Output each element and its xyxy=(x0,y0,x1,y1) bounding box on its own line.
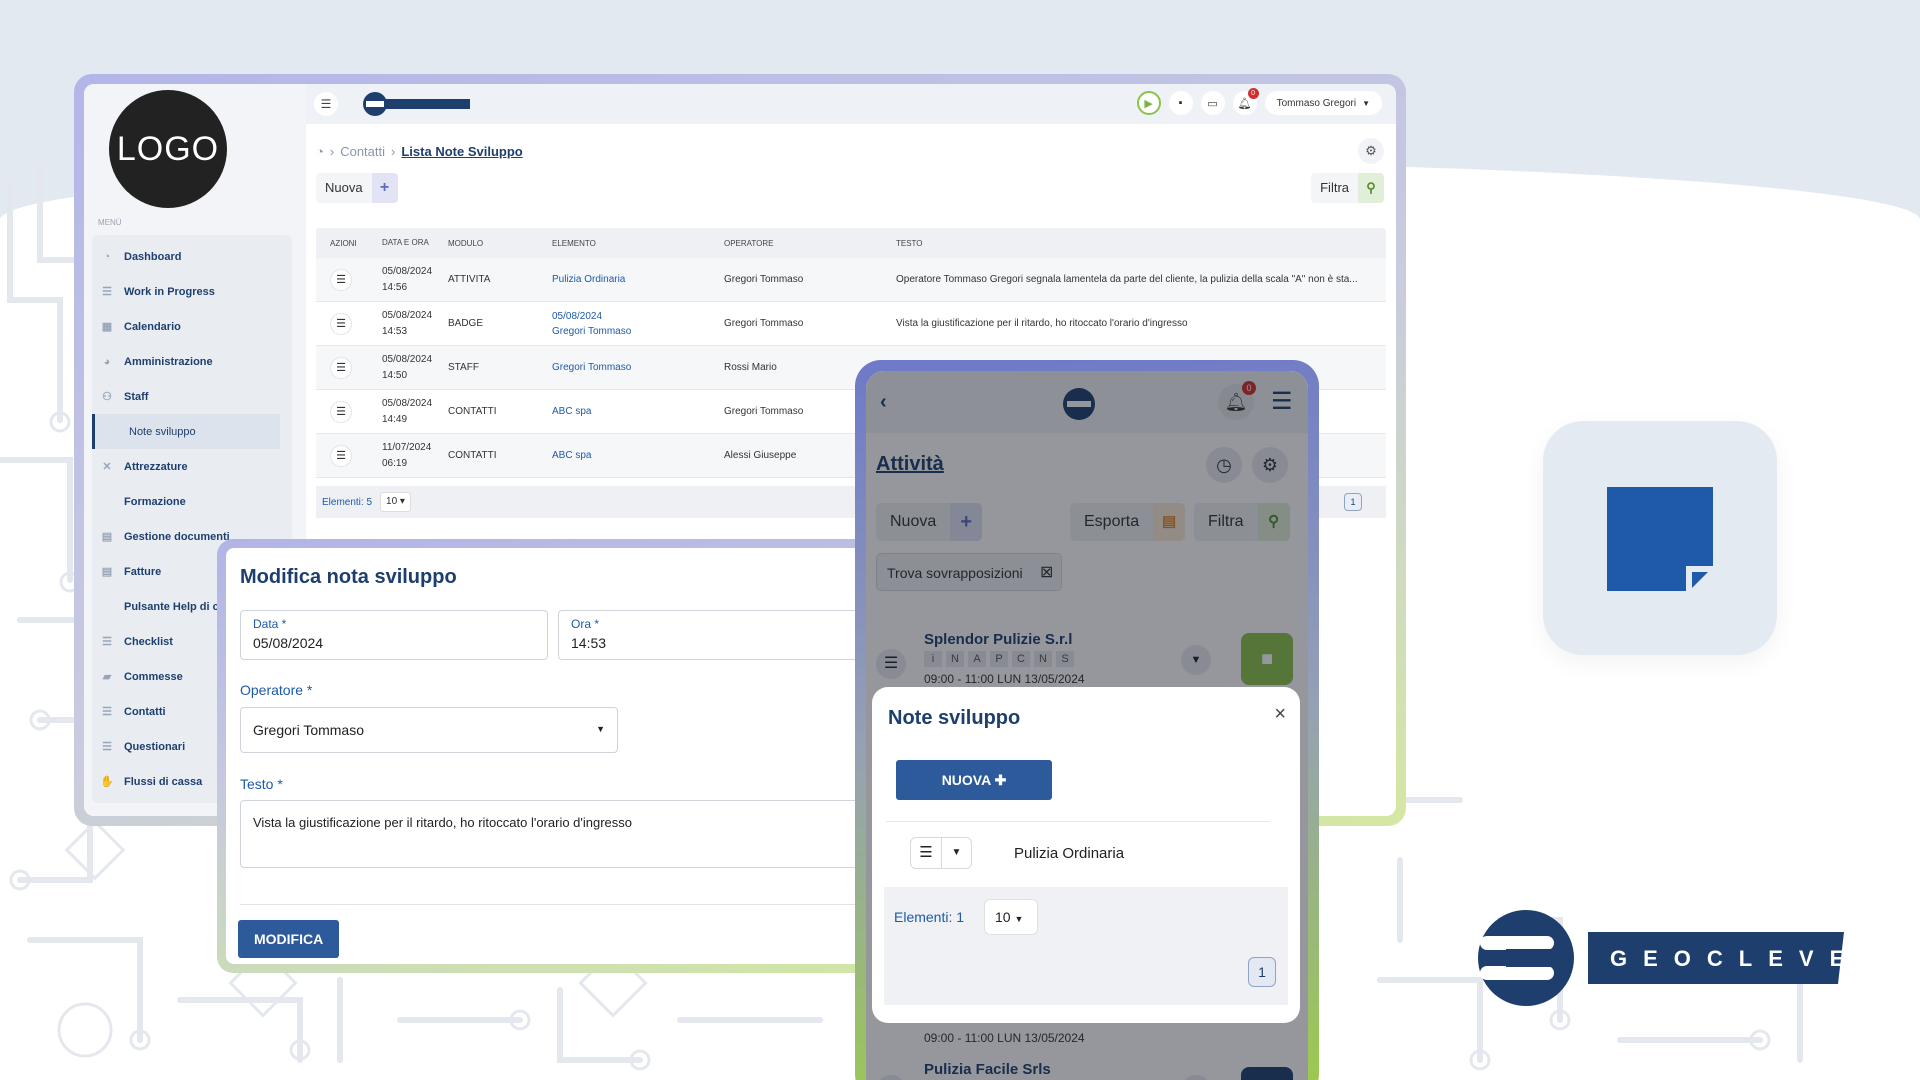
note-app-icon xyxy=(1543,421,1777,655)
edit-note-modal: Modifica nota sviluppo Data * 05/08/2024… xyxy=(226,548,887,964)
element-link[interactable]: Pulizia Ordinaria xyxy=(552,272,724,287)
element-link[interactable]: 05/08/2024 xyxy=(552,309,724,324)
notification-badge: 0 xyxy=(1247,88,1259,99)
menu-label: MENÙ xyxy=(98,218,122,227)
hand-icon: ✋ xyxy=(100,775,114,788)
company-logo: LOGO xyxy=(109,90,227,208)
brand-name: GEOCLEVER xyxy=(1610,946,1856,971)
pie-icon: ◕ xyxy=(103,355,111,368)
row-actions-icon[interactable]: ☰ xyxy=(330,444,352,467)
divider xyxy=(240,904,887,905)
chevron-down-icon: ▼ xyxy=(596,724,605,734)
filter-button[interactable]: Filtra ⚲ xyxy=(1311,173,1384,203)
row-actions-icon[interactable]: ☰ xyxy=(330,400,352,423)
elements-count: Elementi: 5 xyxy=(322,496,373,508)
page-button[interactable]: 1 xyxy=(1248,957,1276,987)
sidebar-item-formazione[interactable]: Formazione xyxy=(92,484,292,519)
topbar-actions: ▶ ▪ ▭ 🔔︎ 0 Tommaso Gregori ▼ xyxy=(1136,88,1382,115)
mobile-device-frame: ‹ 🔔︎ 0 ☰ Attività ◷ ⚙ Nuova + Esporta ▤ Fil… xyxy=(855,360,1319,1080)
sticky-note-icon xyxy=(1607,487,1713,591)
divider xyxy=(886,821,1270,822)
text-label: Testo * xyxy=(240,776,283,792)
mobile-app: ‹ 🔔︎ 0 ☰ Attività ◷ ⚙ Nuova + Esporta ▤ Fil… xyxy=(866,371,1308,1080)
notes-footer: Elementi: 1 10 ▼ 1 xyxy=(884,887,1288,1005)
text-area[interactable]: Vista la giustificazione per il ritardo,… xyxy=(240,800,887,868)
row-actions-icon[interactable]: ☰ xyxy=(330,312,352,335)
table-row: ☰ 05/08/2024 14:53 BADGE 05/08/2024 Gregori T… xyxy=(316,302,1386,346)
page-size-select[interactable]: 10 ▼ xyxy=(984,899,1038,935)
file-icon: ▤ xyxy=(101,530,113,543)
sidebar-item-calendario[interactable]: ▦ Calendario xyxy=(92,309,292,344)
page-title: Lista Note Sviluppo xyxy=(401,144,523,159)
user-menu-button[interactable]: Tommaso Gregori ▼ xyxy=(1264,91,1382,115)
laptop-icon[interactable]: ▭ xyxy=(1200,91,1225,115)
bell-icon[interactable]: 🔔︎ 0 xyxy=(1232,88,1259,115)
page-button[interactable]: 1 xyxy=(1344,493,1362,511)
top-bar: ☰ ▶ ▪ ▭ 🔔︎ 0 Tommaso Gregori ▼ xyxy=(306,84,1396,124)
operator-select[interactable]: Gregori Tommaso ▼ xyxy=(240,707,618,753)
geoclever-logo-small xyxy=(363,92,470,116)
row-actions-icon[interactable]: ☰ xyxy=(330,268,352,291)
table-header: AZIONI DATA E ORA MODULO ELEMENTO OPERAT… xyxy=(316,228,1386,258)
element-link[interactable]: Gregori Tommaso xyxy=(552,360,724,375)
tools-icon: ✕ xyxy=(102,460,112,473)
sidebar-item-dashboard[interactable]: ◔ Dashboard xyxy=(92,239,292,274)
dashboard-icon: ◔ xyxy=(103,250,111,263)
operator-label: Operatore * xyxy=(240,682,313,698)
chevron-down-icon: ▼ xyxy=(1014,914,1024,924)
chevron-down-icon: ▼ xyxy=(1362,98,1370,108)
sidebar-item-note-sviluppo[interactable]: Note sviluppo xyxy=(92,414,280,449)
calendar-icon: ▦ xyxy=(101,320,113,333)
play-icon[interactable]: ▶ xyxy=(1136,91,1161,115)
list-icon: ☰ xyxy=(102,285,112,298)
search-icon: ⚲ xyxy=(1358,173,1384,203)
modifica-button[interactable]: MODIFICA xyxy=(238,920,340,958)
date-field[interactable]: Data * 05/08/2024 xyxy=(240,610,548,660)
notes-modal-title: Note sviluppo xyxy=(888,707,1021,729)
breadcrumb-separator-icon: › xyxy=(391,144,396,159)
home-icon[interactable]: ◔ xyxy=(316,144,324,159)
list-icon[interactable]: ☰ xyxy=(911,838,941,868)
chevron-down-icon[interactable]: ▼ xyxy=(941,838,971,868)
elements-count: Elementi: 1 xyxy=(894,909,965,925)
sidebar-item-staff[interactable]: ⚇ Staff xyxy=(92,379,292,414)
list-icon: ☰ xyxy=(102,705,112,718)
invoice-icon: ▤ xyxy=(101,565,113,578)
breadcrumb-contatti[interactable]: Contatti xyxy=(340,144,385,159)
edit-note-modal-frame: Modifica nota sviluppo Data * 05/08/2024… xyxy=(217,539,887,973)
page-size-select[interactable]: 10 ▾ xyxy=(380,492,411,512)
plus-icon: + xyxy=(371,173,398,203)
breadcrumb-separator-icon: › xyxy=(329,144,335,159)
notes-modal: Note sviluppo × NUOVA ✚ ☰ ▼ Pulizia Ordin… xyxy=(872,687,1300,1023)
element-link[interactable]: ABC spa xyxy=(552,404,724,419)
plus-icon: ✚ xyxy=(994,772,1007,788)
note-icon[interactable]: ▪ xyxy=(1168,91,1193,115)
modal-title: Modifica nota sviluppo xyxy=(240,566,457,588)
sidebar-item-attrezzature[interactable]: ✕ Attrezzature xyxy=(92,449,292,484)
list-icon: ☰ xyxy=(102,740,112,753)
note-row-text: Pulizia Ordinaria xyxy=(1014,845,1125,862)
element-link[interactable]: ABC spa xyxy=(552,448,724,463)
sidebar-item-amministrazione[interactable]: ◕ Amministrazione xyxy=(92,344,292,379)
breadcrumb: ◔ › Contatti › Lista Note Sviluppo xyxy=(316,144,523,159)
time-field[interactable]: Ora * 14:53 xyxy=(558,610,887,660)
menu-toggle-icon[interactable]: ☰ xyxy=(314,92,338,116)
close-icon[interactable]: × xyxy=(1274,703,1286,726)
chart-icon: ▰ xyxy=(102,670,112,683)
geoclever-logo: GEOCLEVER xyxy=(1478,910,1856,1006)
row-actions-icon[interactable]: ☰ xyxy=(330,356,352,379)
sidebar-item-work-in-progress[interactable]: ☰ Work in Progress xyxy=(92,274,292,309)
table-row: ☰ 05/08/2024 14:56 ATTIVITA Pulizia Ordinari… xyxy=(316,258,1386,302)
gear-icon[interactable]: ⚙ xyxy=(1358,138,1384,164)
new-button[interactable]: Nuova + xyxy=(316,173,398,203)
list-icon: ☰ xyxy=(102,635,112,648)
users-icon: ⚇ xyxy=(102,390,112,403)
note-row-actions[interactable]: ☰ ▼ xyxy=(910,837,972,869)
notes-new-button[interactable]: NUOVA ✚ xyxy=(896,760,1052,800)
